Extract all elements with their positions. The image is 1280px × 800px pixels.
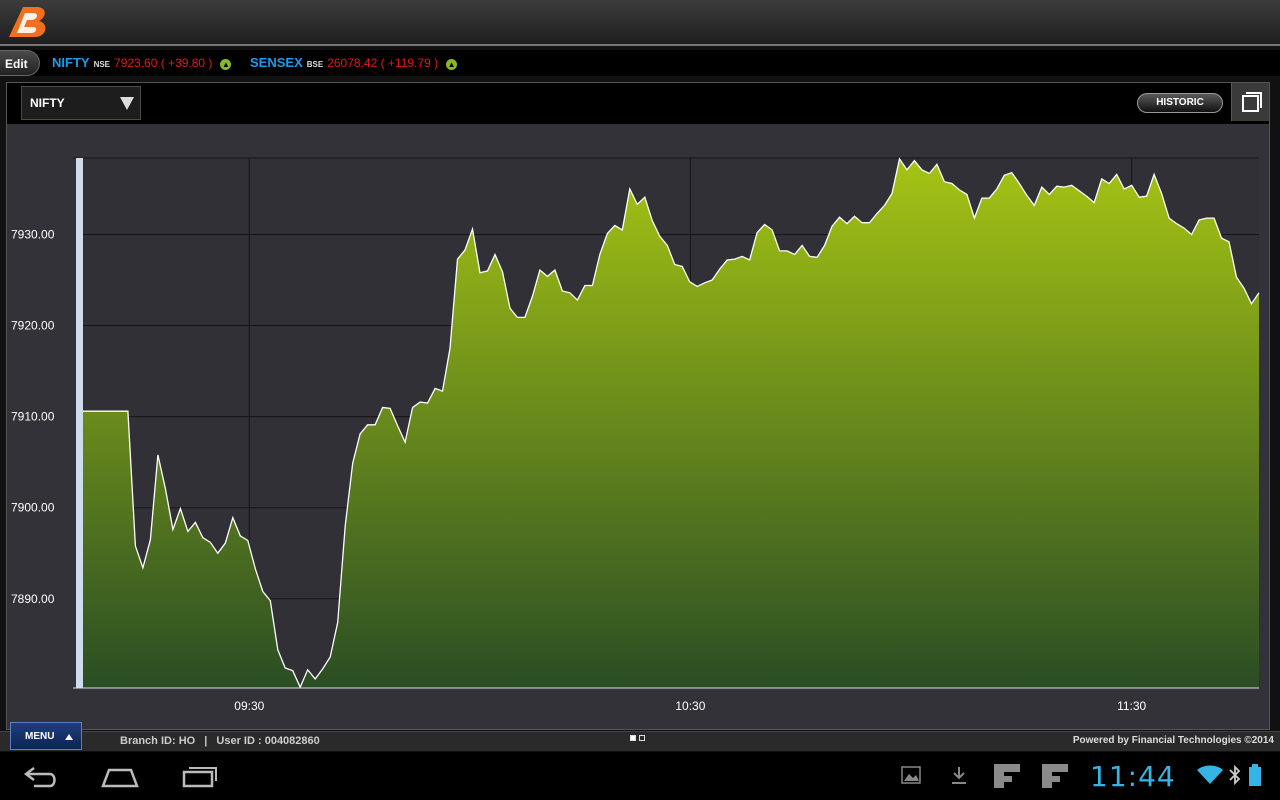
ticker-exchange: BSE <box>306 60 324 69</box>
y-tick-label: 7920.00 <box>11 319 55 333</box>
user-value: 004082860 <box>264 735 320 747</box>
index-select-value: NIFTY <box>30 96 65 110</box>
ticker-name: SENSEX <box>250 55 303 70</box>
back-icon[interactable] <box>20 762 60 790</box>
edit-button[interactable]: Edit <box>0 50 40 76</box>
wifi-icon <box>1197 765 1223 784</box>
caret-up-icon <box>65 734 73 740</box>
menu-label: MENU <box>25 731 55 742</box>
y-tick-label: 7900.00 <box>11 501 55 515</box>
download-icon <box>952 767 966 784</box>
historic-button[interactable]: HISTORIC <box>1137 93 1223 113</box>
app-header <box>0 0 1280 46</box>
bluetooth-icon <box>1229 764 1241 786</box>
app-root: Edit NIFTY NSE 7923.60 ( +39.80 ) ▲ SENSEX B… <box>0 0 1280 800</box>
index-select[interactable]: NIFTY <box>21 86 141 120</box>
intraday-area-chart[interactable]: 7930.00 7920.00 7910.00 7900.00 7890.00 09:30… <box>7 124 1269 729</box>
y-axis-strip <box>76 158 83 688</box>
ticker-value: 7923.60 ( +39.80 ) <box>114 56 213 70</box>
ticker-name: NIFTY <box>52 55 90 70</box>
up-arrow-icon: ▲ <box>446 59 458 70</box>
y-tick-label: 7910.00 <box>11 410 55 424</box>
market-ticker: Edit NIFTY NSE 7923.60 ( +39.80 ) ▲ SENSEX B… <box>0 50 1280 76</box>
branch-label: Branch ID: <box>120 735 176 747</box>
chart-toolbar: NIFTY HISTORIC <box>7 83 1269 124</box>
bank-of-baroda-logo-icon[interactable] <box>3 3 51 43</box>
x-tick-label: 11:30 <box>1117 699 1146 713</box>
ticker-value: 26078.42 ( +119.79 ) <box>327 56 439 70</box>
chart-panel: NIFTY HISTORIC 7930.00 7920.00 7910.00 7900… <box>6 82 1270 730</box>
page-dot-active[interactable] <box>630 735 636 741</box>
x-tick-label: 09:30 <box>234 699 264 713</box>
x-tick-label: 10:30 <box>675 699 705 713</box>
fullscreen-icon <box>1242 92 1262 112</box>
fullscreen-button[interactable] <box>1231 83 1269 121</box>
separator: | <box>204 735 208 747</box>
branch-value: HO <box>178 735 196 747</box>
session-info: Branch ID: HO | User ID : 004082860 <box>120 735 320 747</box>
app-f-icon <box>1042 764 1068 788</box>
y-tick-label: 7890.00 <box>11 592 55 606</box>
system-clock: 11:44 <box>1090 760 1176 793</box>
gallery-icon <box>901 766 921 784</box>
system-navbar: 11:44 <box>0 752 1280 800</box>
y-tick-label: 7930.00 <box>11 227 55 241</box>
ticker-exchange: NSE <box>93 60 111 69</box>
powered-by-text: Powered by Financial Technologies ©2014 <box>1072 735 1274 746</box>
up-arrow-icon: ▲ <box>220 59 232 70</box>
caret-down-icon <box>120 97 134 110</box>
ticker-item-sensex[interactable]: SENSEX BSE 26078.42 ( +119.79 ) ▲ <box>250 50 458 76</box>
user-label: User ID : <box>216 735 262 747</box>
home-icon[interactable] <box>100 762 140 790</box>
menu-button[interactable]: MENU <box>10 722 82 750</box>
recent-apps-icon[interactable] <box>180 762 220 790</box>
app-f-icon <box>994 764 1020 788</box>
battery-icon <box>1249 764 1261 786</box>
page-dot[interactable] <box>639 735 645 741</box>
ticker-item-nifty[interactable]: NIFTY NSE 7923.60 ( +39.80 ) ▲ <box>52 50 232 76</box>
page-indicator <box>630 728 648 746</box>
